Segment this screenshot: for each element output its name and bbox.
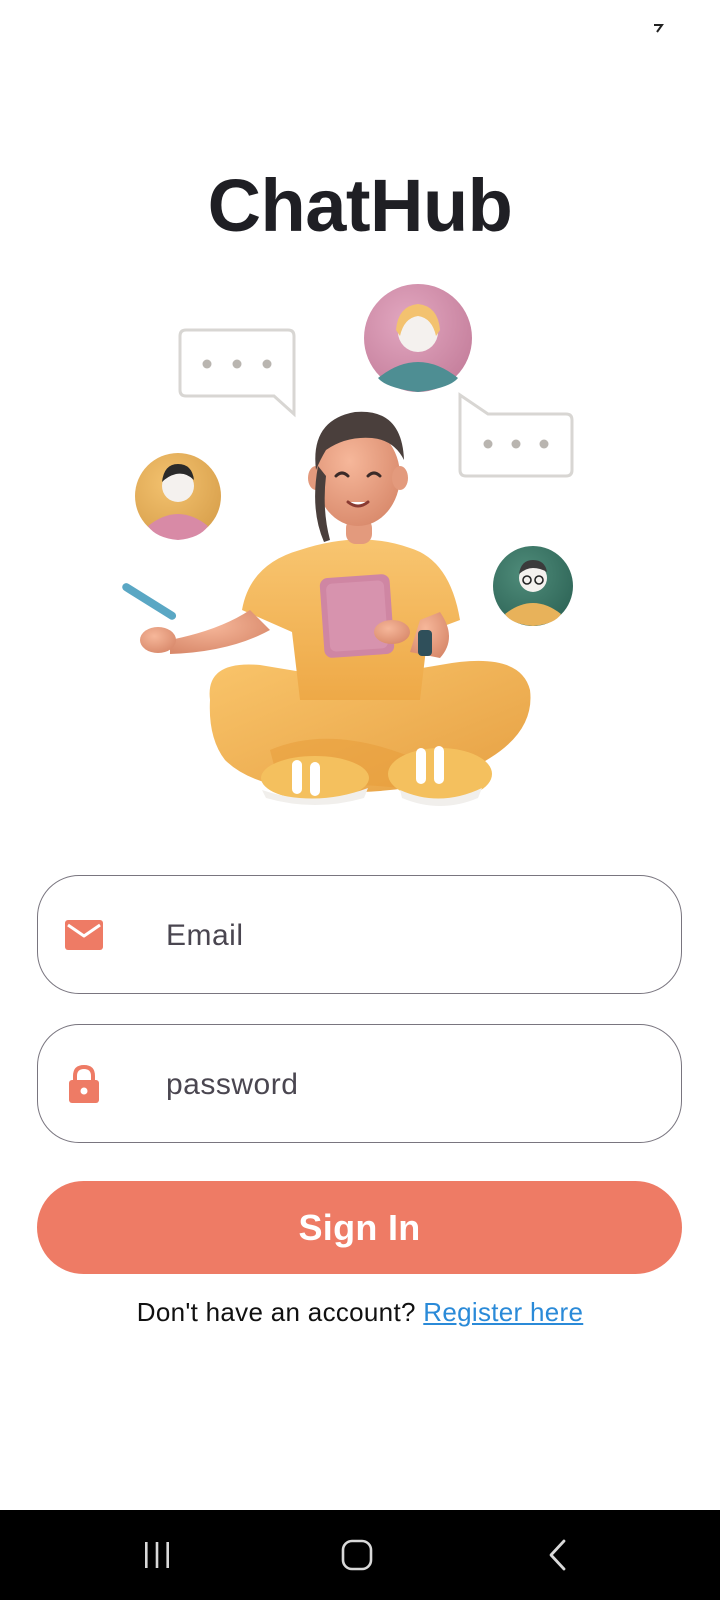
password-field[interactable]: [37, 1024, 682, 1144]
email-input[interactable]: [128, 876, 658, 995]
status-bar: [0, 0, 720, 60]
system-nav-bar: [0, 1510, 720, 1600]
login-screen: ChatHub Email Sign In Don't have an acco…: [0, 0, 720, 1600]
register-prompt: Don't have an account? Register here: [0, 1292, 720, 1332]
recents-icon: [145, 1542, 169, 1568]
avatar-pink: [364, 284, 472, 392]
home-button[interactable]: [317, 1530, 397, 1580]
password-input[interactable]: [128, 1025, 658, 1144]
sign-in-button[interactable]: Sign In: [37, 1181, 682, 1274]
person-with-chat-avatars-illustration: [122, 284, 574, 806]
avatar-green: [493, 546, 573, 626]
mail-icon: [65, 920, 103, 950]
recents-button[interactable]: [117, 1530, 197, 1580]
app-title: ChatHub: [207, 164, 513, 247]
email-field[interactable]: [37, 875, 682, 995]
stylus: [122, 583, 177, 620]
speech-bubble-left: [178, 328, 296, 418]
home-icon: [341, 1539, 373, 1571]
hero-illustration: [110, 280, 610, 830]
lock-icon: [69, 1064, 99, 1103]
back-icon: [549, 1539, 566, 1571]
signal-icon: [654, 24, 664, 33]
register-link[interactable]: Register here: [423, 1297, 583, 1327]
speech-bubble-right: [458, 392, 574, 478]
register-prompt-text: Don't have an account?: [136, 1297, 424, 1327]
back-button[interactable]: [519, 1530, 599, 1580]
avatar-yellow: [135, 453, 221, 540]
